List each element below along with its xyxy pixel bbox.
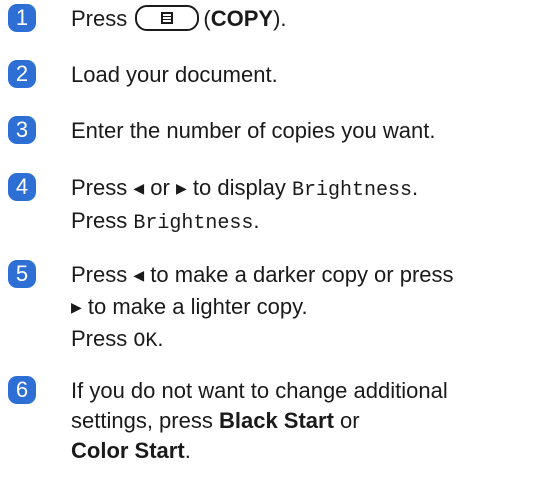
step-number-badge: 6 bbox=[8, 376, 36, 404]
darker-text: to make a darker copy or press bbox=[150, 262, 454, 287]
lighter-text: to make a lighter copy. bbox=[87, 294, 308, 319]
right-arrow-icon: ▶ bbox=[71, 299, 82, 315]
press-text: Press bbox=[71, 326, 128, 351]
color-start-label: Color Start bbox=[71, 438, 185, 463]
step-line: Color Start. bbox=[71, 436, 448, 466]
or-text: or bbox=[150, 175, 170, 200]
copy-document-icon bbox=[161, 12, 174, 25]
copy-button bbox=[135, 5, 200, 32]
brightness-lcd-text: Brightness bbox=[133, 212, 254, 235]
step-number: 4 bbox=[15, 174, 29, 199]
step-text: Load your document. bbox=[71, 62, 278, 87]
to-display-text: to display bbox=[192, 175, 286, 200]
press-text: Press bbox=[71, 6, 128, 31]
settings-text: settings, press bbox=[71, 408, 213, 433]
step-number: 5 bbox=[15, 261, 29, 286]
copy-label-close: ). bbox=[273, 6, 287, 31]
step-number: 1 bbox=[15, 5, 29, 30]
left-arrow-icon: ◀ bbox=[133, 180, 145, 196]
step-number-badge: 3 bbox=[8, 116, 36, 144]
step-line: If you do not want to change additional bbox=[71, 378, 448, 403]
period: . bbox=[253, 208, 260, 233]
or-text: or bbox=[340, 408, 360, 433]
left-arrow-icon: ◀ bbox=[133, 267, 145, 283]
copy-label-open: ( bbox=[203, 6, 211, 31]
copy-label: COPY bbox=[210, 6, 274, 31]
step-line: Press ◀ or ▶ to display Brightness. bbox=[71, 173, 418, 206]
step-number: 3 bbox=[15, 117, 29, 142]
period: . bbox=[157, 326, 164, 351]
step-number-badge: 4 bbox=[8, 173, 36, 201]
step-number: 6 bbox=[15, 377, 29, 402]
step-text: Press (COPY). bbox=[71, 4, 287, 34]
step-number-badge: 2 bbox=[8, 60, 36, 88]
press-text: Press bbox=[71, 175, 128, 200]
step-number-badge: 1 bbox=[8, 4, 36, 32]
ok-lcd-text: OK bbox=[133, 330, 158, 353]
step-text: Press ◀ to make a darker copy or press ▶… bbox=[71, 260, 454, 357]
step-number: 2 bbox=[15, 61, 29, 86]
right-arrow-icon: ▶ bbox=[175, 180, 187, 196]
black-start-label: Black Start bbox=[218, 408, 334, 433]
period: . bbox=[184, 438, 191, 463]
step-text: Enter the number of copies you want. bbox=[71, 118, 436, 143]
brightness-lcd-text: Brightness bbox=[291, 179, 412, 202]
step-line: Press Brightness. bbox=[71, 206, 418, 239]
step-line: ▶ to make a lighter copy. bbox=[71, 292, 454, 324]
step-line: settings, press Black Start or bbox=[71, 406, 448, 436]
step-line: Press ◀ to make a darker copy or press bbox=[71, 260, 454, 292]
step-text: If you do not want to change additional … bbox=[71, 376, 448, 466]
step-text: Press ◀ or ▶ to display Brightness. Pres… bbox=[71, 173, 418, 239]
press-text: Press bbox=[71, 262, 128, 287]
step-line: Press OK. bbox=[71, 324, 454, 357]
step-number-badge: 5 bbox=[8, 260, 36, 288]
period: . bbox=[411, 175, 419, 200]
press-text: Press bbox=[71, 208, 128, 233]
